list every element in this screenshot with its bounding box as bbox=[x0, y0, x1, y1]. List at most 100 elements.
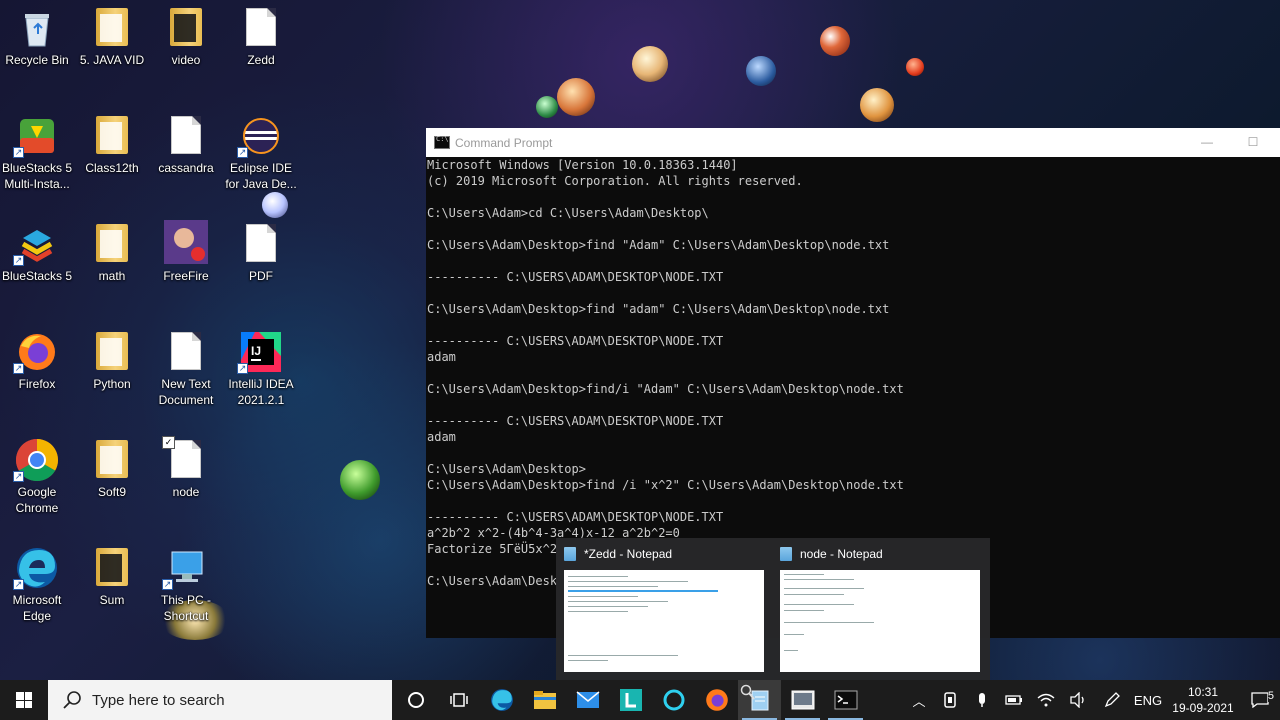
desktop-icon-freefire[interactable]: FreeFire bbox=[149, 218, 223, 284]
command-prompt-icon bbox=[434, 135, 450, 149]
tray-battery[interactable] bbox=[998, 695, 1030, 705]
desktop-icon-label: BlueStacks 5 bbox=[1, 269, 73, 283]
desktop-icon-intellij[interactable]: IJ ↗ IntelliJ IDEA 2021.2.1 bbox=[224, 326, 298, 408]
console-line: C:\Users\Adam\Desktop> bbox=[427, 462, 586, 476]
tray-volume[interactable] bbox=[1062, 692, 1094, 708]
taskbar-edge[interactable] bbox=[480, 680, 523, 720]
console-line: ---------- C:\USERS\ADAM\DESKTOP\NODE.TX… bbox=[427, 334, 724, 348]
chevron-up-icon: ︿ bbox=[912, 693, 926, 709]
console-line: adam bbox=[427, 430, 456, 444]
desktop-icon-math[interactable]: math bbox=[75, 218, 149, 284]
desktop-icon-bluestacks-multi[interactable]: ↗ BlueStacks 5 Multi-Insta... bbox=[0, 110, 74, 192]
desktop-icon-python[interactable]: Python bbox=[75, 326, 149, 392]
task-view-icon bbox=[449, 693, 468, 707]
bluestacks-icon: ↗ bbox=[13, 224, 57, 266]
console-line: ---------- C:\USERS\ADAM\DESKTOP\NODE.TX… bbox=[427, 510, 724, 524]
taskbar-l-app[interactable] bbox=[609, 680, 652, 720]
text-document-icon bbox=[166, 116, 206, 156]
console-line: adam bbox=[427, 350, 456, 364]
desktop-icon-label: IntelliJ IDEA 2021.2.1 bbox=[228, 377, 294, 407]
desktop-icon-label: Recycle Bin bbox=[5, 53, 69, 67]
phone-link-icon bbox=[944, 692, 956, 708]
desktop-icon-label: FreeFire bbox=[163, 269, 209, 283]
shortcut-arrow-icon: ↗ bbox=[13, 255, 24, 266]
checkbox-icon[interactable]: ✓ bbox=[162, 436, 175, 449]
thumbnail-title: *Zedd - Notepad bbox=[584, 547, 673, 561]
text-document-icon: ✓ bbox=[162, 436, 206, 480]
taskbar-mail[interactable] bbox=[566, 680, 609, 720]
pen-icon bbox=[1104, 692, 1120, 708]
desktop-icon-pdf[interactable]: PDF bbox=[224, 218, 298, 284]
desktop-icon-video[interactable]: video bbox=[149, 2, 223, 68]
tray-wifi[interactable] bbox=[1030, 693, 1062, 707]
battery-icon bbox=[1005, 695, 1022, 705]
taskbar-cortana-app[interactable] bbox=[652, 680, 695, 720]
chrome-icon: ↗ bbox=[13, 439, 59, 482]
console-line: ---------- C:\USERS\ADAM\DESKTOP\NODE.TX… bbox=[427, 414, 724, 428]
console-line: ---------- C:\USERS\ADAM\DESKTOP\NODE.TX… bbox=[427, 270, 724, 284]
console-output[interactable]: Microsoft Windows [Version 10.0.18363.14… bbox=[426, 157, 1280, 589]
cortana-button[interactable] bbox=[394, 680, 437, 720]
text-document-icon bbox=[241, 224, 281, 264]
desktop-icon-java-vid[interactable]: 5. JAVA VID bbox=[75, 2, 149, 68]
freefire-icon bbox=[164, 220, 208, 264]
clock[interactable]: 10:31 19-09-2021 bbox=[1166, 684, 1240, 716]
desktop-icon-firefox[interactable]: ↗ Firefox bbox=[0, 326, 74, 392]
taskbar-photo-app[interactable] bbox=[781, 680, 824, 720]
desktop-icon-class12th[interactable]: Class12th bbox=[75, 110, 149, 176]
desktop-icon-sum[interactable]: Sum bbox=[75, 542, 149, 608]
desktop-icon-bluestacks[interactable]: ↗ BlueStacks 5 bbox=[0, 218, 74, 284]
tray-pen[interactable] bbox=[1094, 691, 1130, 709]
maximize-button[interactable]: ☐ bbox=[1230, 128, 1276, 157]
action-center-button[interactable]: 5 bbox=[1240, 690, 1280, 708]
desktop-icon-edge[interactable]: ↗ Microsoft Edge bbox=[0, 542, 74, 624]
taskbar-command-prompt[interactable] bbox=[824, 680, 867, 720]
desktop-icon-new-text-document[interactable]: New Text Document bbox=[149, 326, 223, 408]
desktop-icon-cassandra[interactable]: cassandra bbox=[149, 110, 223, 176]
show-hidden-icons-button[interactable]: ︿ bbox=[904, 691, 934, 710]
cortana-circle-icon bbox=[407, 692, 424, 708]
desktop-icon-node[interactable]: ✓ node bbox=[149, 434, 223, 500]
text-document-icon bbox=[241, 8, 281, 48]
eclipse-icon: ↗ bbox=[237, 116, 281, 158]
shortcut-arrow-icon: ↗ bbox=[13, 579, 24, 590]
desktop-icon-eclipse[interactable]: ↗ Eclipse IDE for Java De... bbox=[224, 110, 298, 192]
title-bar[interactable]: Command Prompt — ☐ bbox=[426, 128, 1280, 157]
console-line: C:\Users\Adam>cd C:\Users\Adam\Desktop\ bbox=[427, 206, 709, 220]
desktop-icon-soft9[interactable]: Soft9 bbox=[75, 434, 149, 500]
desktop-icon-recycle-bin[interactable]: Recycle Bin bbox=[0, 2, 74, 68]
taskbar-notepad[interactable] bbox=[738, 680, 781, 720]
folder-icon bbox=[92, 332, 132, 372]
minimize-button[interactable]: — bbox=[1184, 128, 1230, 157]
tray-meet-now[interactable] bbox=[934, 692, 966, 708]
task-view-button[interactable] bbox=[437, 680, 480, 720]
text-document-icon bbox=[166, 332, 206, 372]
start-button[interactable] bbox=[0, 680, 48, 720]
thumbnail-zedd-notepad[interactable]: *Zedd - Notepad bbox=[556, 538, 772, 680]
taskbar-firefox[interactable] bbox=[695, 680, 738, 720]
desktop-icon-label: New Text Document bbox=[158, 377, 214, 407]
window-title: Command Prompt bbox=[455, 135, 553, 150]
desktop-icon-label: Class12th bbox=[85, 161, 139, 175]
search-box[interactable]: Type here to search bbox=[48, 680, 392, 720]
taskbar-file-explorer[interactable] bbox=[523, 680, 566, 720]
shortcut-arrow-icon: ↗ bbox=[237, 363, 248, 374]
desktop-icon-label: video bbox=[171, 53, 201, 67]
language-indicator[interactable]: ENG bbox=[1130, 693, 1166, 708]
firefox-icon bbox=[705, 689, 728, 711]
folder-icon bbox=[92, 116, 132, 156]
tray-microphone[interactable] bbox=[966, 692, 998, 708]
command-prompt-icon bbox=[834, 690, 857, 710]
desktop-icon-zedd[interactable]: Zedd bbox=[224, 2, 298, 68]
ring-app-icon bbox=[663, 689, 684, 711]
thumbnail-node-notepad[interactable]: node - Notepad bbox=[772, 538, 988, 680]
desktop-icon-label: Zedd bbox=[247, 53, 275, 67]
desktop-icon-this-pc[interactable]: ↗ This PC - Shortcut bbox=[149, 542, 223, 624]
clock-time: 10:31 bbox=[1187, 685, 1219, 699]
desktop-icon-chrome[interactable]: ↗ Google Chrome bbox=[0, 434, 74, 516]
console-line: Microsoft Windows [Version 10.0.18363.14… bbox=[427, 158, 738, 172]
